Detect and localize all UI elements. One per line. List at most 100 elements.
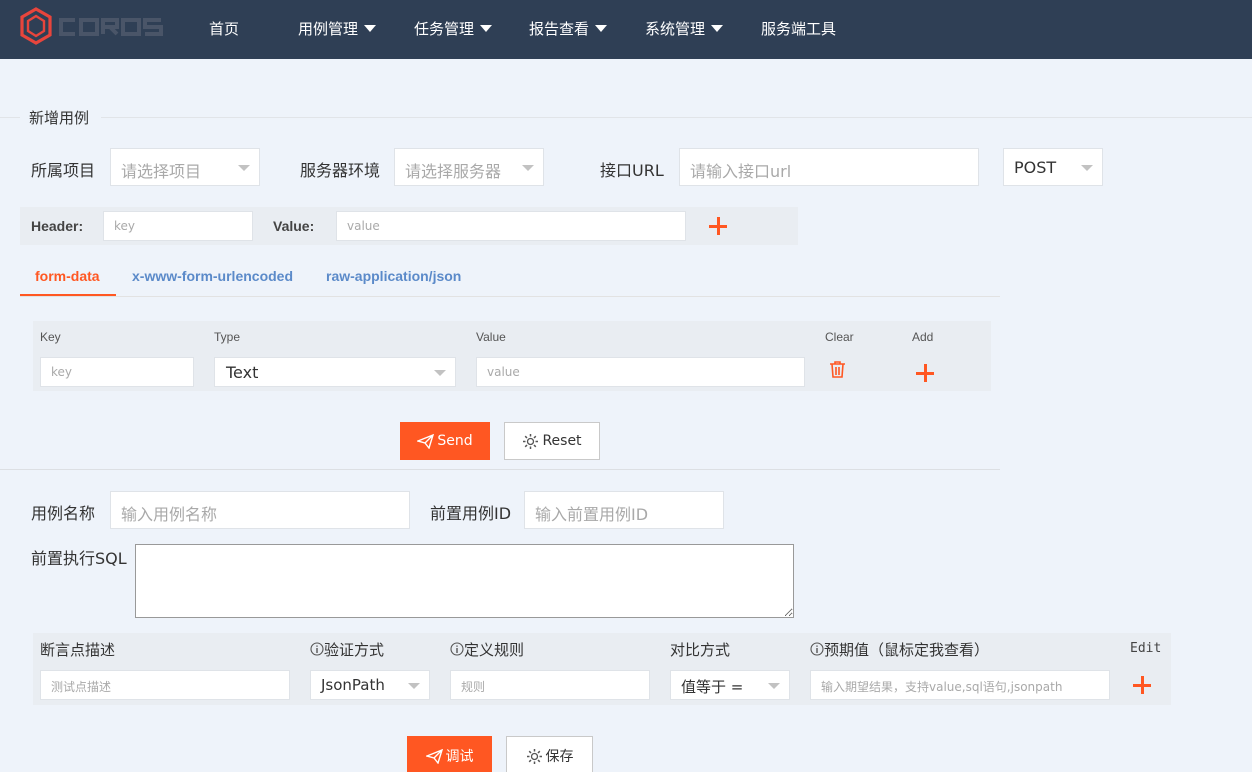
param-type-select[interactable]: Text xyxy=(214,357,456,387)
save-button-content: 保存 xyxy=(507,737,592,772)
trash-icon[interactable] xyxy=(828,360,847,379)
rule-header-label: 定义规则 xyxy=(464,641,525,659)
col-header-key: Key xyxy=(40,330,61,344)
expected-value-placeholder: 输入期望结果，支持value,sql语句,jsonpath xyxy=(821,680,1063,694)
compare-method-value: 值等于 = xyxy=(681,678,744,696)
rule-input[interactable]: 规则 xyxy=(450,670,650,700)
section-divider xyxy=(0,469,1000,470)
project-select[interactable]: 请选择项目 xyxy=(110,148,260,186)
url-input[interactable]: 请输入接口url xyxy=(679,148,979,186)
nav-item-home[interactable]: 首页 xyxy=(209,0,239,59)
expected-header-label: 预期值（鼠标定我查看） xyxy=(824,641,990,659)
gear-icon xyxy=(523,433,539,449)
param-value-placeholder: value xyxy=(487,365,520,379)
send-button-content: Send xyxy=(400,422,490,460)
nav-label: 报告查看 xyxy=(529,20,590,38)
header-key-input[interactable]: key xyxy=(103,211,253,241)
add-param-icon[interactable] xyxy=(915,363,935,383)
add-assert-icon[interactable] xyxy=(1132,675,1152,695)
tab-raw-application-json[interactable]: raw-application/json xyxy=(326,268,461,284)
assert-desc-input[interactable]: 测试点描述 xyxy=(40,670,290,700)
debug-button[interactable]: 调试 xyxy=(407,736,492,772)
nav-label: 系统管理 xyxy=(645,20,706,38)
add-header-icon[interactable] xyxy=(708,216,728,236)
pre-case-id-placeholder: 输入前置用例ID xyxy=(535,505,649,524)
send-icon xyxy=(417,433,435,449)
reset-label: Reset xyxy=(542,433,582,449)
verify-method-select[interactable]: JsonPath xyxy=(310,670,430,700)
nav-item-system-management[interactable]: 系统管理 xyxy=(645,0,724,59)
nav-label: 服务端工具 xyxy=(761,20,837,38)
param-type-value: Text xyxy=(226,363,259,382)
col-header-rule: 定义规则 xyxy=(450,639,524,660)
reset-button-content: Reset xyxy=(505,423,599,459)
caret-down-icon xyxy=(595,25,608,32)
method-select[interactable]: POST xyxy=(1003,148,1103,186)
col-header-clear: Clear xyxy=(825,330,854,344)
param-key-input[interactable]: key xyxy=(40,357,194,387)
caret-down-icon xyxy=(480,25,493,32)
tab-x-www-form-urlencoded[interactable]: x-www-form-urlencoded xyxy=(132,268,293,284)
save-button[interactable]: 保存 xyxy=(506,736,593,772)
server-label: 服务器环境 xyxy=(300,161,381,180)
value-label: Value: xyxy=(273,218,315,234)
col-header-verify: 验证方式 xyxy=(310,639,384,660)
tab-divider xyxy=(20,296,1000,297)
send-label: Send xyxy=(437,433,473,449)
fieldset-border xyxy=(101,117,1252,118)
debug-label: 调试 xyxy=(445,749,474,765)
fieldset-border xyxy=(0,117,20,118)
project-label: 所属项目 xyxy=(31,161,96,180)
info-icon xyxy=(450,642,464,656)
pre-sql-textarea[interactable] xyxy=(135,544,794,618)
compare-method-select[interactable]: 值等于 = xyxy=(670,670,790,700)
url-label: 接口URL xyxy=(600,161,664,180)
col-header-compare: 对比方式 xyxy=(670,641,731,659)
save-label: 保存 xyxy=(545,749,574,765)
pre-sql-label: 前置执行SQL xyxy=(31,549,127,568)
col-header-value: Value xyxy=(476,330,506,344)
pre-case-id-input[interactable]: 输入前置用例ID xyxy=(524,491,724,529)
coros-logo[interactable] xyxy=(19,6,171,46)
nav-item-report-view[interactable]: 报告查看 xyxy=(529,0,608,59)
case-name-placeholder: 输入用例名称 xyxy=(121,505,218,524)
nav-item-case-management[interactable]: 用例管理 xyxy=(298,0,377,59)
header-value-input[interactable]: value xyxy=(336,211,686,241)
caret-down-icon xyxy=(364,25,377,32)
nav-label: 任务管理 xyxy=(414,20,475,38)
case-name-label: 用例名称 xyxy=(31,504,96,523)
case-name-input[interactable]: 输入用例名称 xyxy=(110,491,410,529)
col-header-assert-desc: 断言点描述 xyxy=(40,641,116,659)
dropdown-arrow-icon xyxy=(768,683,780,689)
nav-item-task-management[interactable]: 任务管理 xyxy=(414,0,493,59)
url-placeholder: 请输入接口url xyxy=(690,162,792,181)
expected-value-input[interactable]: 输入期望结果，支持value,sql语句,jsonpath xyxy=(810,670,1110,700)
active-tab-indicator xyxy=(20,294,116,296)
col-header-type: Type xyxy=(214,330,241,344)
header-key-placeholder: key xyxy=(114,219,136,233)
server-select[interactable]: 请选择服务器 xyxy=(394,148,544,186)
debug-button-content: 调试 xyxy=(407,736,492,772)
dropdown-arrow-icon xyxy=(238,165,250,171)
pre-case-id-label: 前置用例ID xyxy=(430,504,512,523)
nav-label: 用例管理 xyxy=(298,20,359,38)
col-header-add: Add xyxy=(912,330,934,344)
param-key-placeholder: key xyxy=(51,365,73,379)
method-value: POST xyxy=(1014,158,1057,177)
project-placeholder: 请选择项目 xyxy=(121,162,202,181)
top-navbar: 首页 用例管理 任务管理 报告查看 系统管理 服务端工具 xyxy=(0,0,1252,59)
server-placeholder: 请选择服务器 xyxy=(405,162,502,181)
col-header-edit: Edit xyxy=(1130,641,1162,656)
info-icon xyxy=(310,642,324,656)
dropdown-arrow-icon xyxy=(434,370,446,376)
tab-form-data[interactable]: form-data xyxy=(35,268,100,284)
dropdown-arrow-icon xyxy=(408,683,420,689)
reset-button[interactable]: Reset xyxy=(504,422,600,460)
gear-icon xyxy=(526,748,542,764)
assert-desc-placeholder: 测试点描述 xyxy=(51,680,112,694)
send-button[interactable]: Send xyxy=(400,422,490,460)
verify-header-label: 验证方式 xyxy=(324,641,385,659)
fieldset-legend: 新增用例 xyxy=(20,107,98,128)
param-value-input[interactable]: value xyxy=(476,357,805,387)
nav-item-server-tools[interactable]: 服务端工具 xyxy=(761,0,836,59)
